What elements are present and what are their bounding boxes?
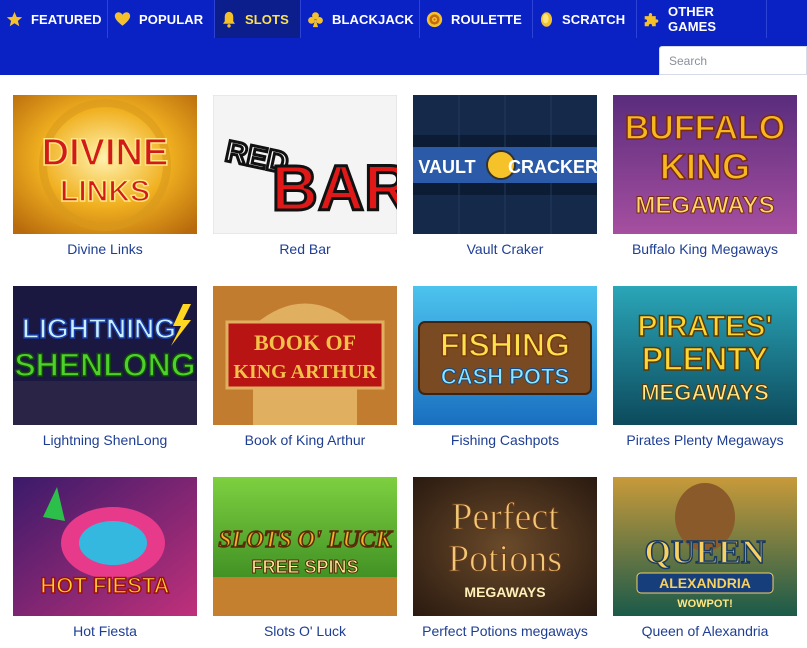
club-icon — [307, 10, 324, 28]
game-thumbnail[interactable]: HOT FIESTA — [13, 477, 197, 616]
art-line: Perfect — [451, 496, 559, 538]
game-thumbnail[interactable]: RED BAR — [213, 95, 397, 234]
game-title[interactable]: Vault Craker — [413, 241, 597, 257]
game-tile[interactable]: HOT FIESTA Hot Fiesta — [13, 477, 197, 639]
nav-label: BLACKJACK — [332, 11, 414, 27]
nav-label: SCRATCH — [562, 11, 626, 27]
art-line: DIVINE — [42, 132, 169, 174]
art-line: HOT FIESTA — [40, 573, 169, 598]
nav-label: POPULAR — [139, 11, 204, 27]
game-title[interactable]: Queen of Alexandria — [613, 623, 797, 639]
search-input[interactable] — [659, 46, 807, 75]
puzzle-icon — [643, 10, 660, 28]
game-title[interactable]: Buffalo King Megaways — [613, 241, 797, 257]
art-line: VAULT — [418, 157, 475, 177]
roulette-icon — [426, 10, 443, 28]
art-line: BUFFALO — [625, 109, 786, 147]
game-title[interactable]: Fishing Cashpots — [413, 432, 597, 448]
game-tile[interactable]: PIRATES' PLENTY MEGAWAYS Pirates Plenty … — [613, 286, 797, 448]
art-line: MEGAWAYS — [464, 584, 545, 600]
art-line: FREE SPINS — [251, 557, 358, 577]
game-title[interactable]: Divine Links — [13, 241, 197, 257]
art-line: MEGAWAYS — [635, 192, 774, 219]
star-icon — [6, 10, 23, 28]
art-line: QUEEN — [645, 534, 766, 571]
game-thumbnail[interactable]: SLOTS O' LUCK FREE SPINS — [213, 477, 397, 616]
art-line: Potions — [448, 538, 562, 580]
art-line: CRACKER — [508, 157, 597, 177]
game-tile[interactable]: FISHING CASH POTS Fishing Cashpots — [413, 286, 597, 448]
art-line: BOOK OF — [254, 330, 356, 355]
game-title[interactable]: Pirates Plenty Megaways — [613, 432, 797, 448]
art-line: KING — [660, 146, 750, 187]
art-line: PLENTY — [642, 341, 768, 377]
game-tile[interactable]: Perfect Potions MEGAWAYS Perfect Potions… — [413, 477, 597, 639]
art-line: ALEXANDRIA — [659, 575, 751, 591]
game-thumbnail[interactable]: LIGHTNING SHENLONG — [13, 286, 197, 425]
nav-label: SLOTS — [245, 11, 289, 27]
game-title[interactable]: Slots O' Luck — [213, 623, 397, 639]
game-title[interactable]: Hot Fiesta — [13, 623, 197, 639]
art-line: KING ARTHUR — [233, 361, 377, 383]
nav-slots[interactable]: SLOTS — [215, 0, 301, 38]
art-line: LINKS — [60, 175, 150, 208]
game-thumbnail[interactable]: BUFFALO KING MEGAWAYS — [613, 95, 797, 234]
game-thumbnail[interactable]: QUEEN ALEXANDRIA WOWPOT! — [613, 477, 797, 616]
art-line: MEGAWAYS — [641, 380, 769, 405]
game-thumbnail[interactable]: PIRATES' PLENTY MEGAWAYS — [613, 286, 797, 425]
nav-blackjack[interactable]: BLACKJACK — [301, 0, 420, 38]
nav-featured[interactable]: FEATURED — [0, 0, 108, 38]
nav-label: ROULETTE — [451, 11, 522, 27]
nav-label: FEATURED — [31, 11, 102, 27]
art-line: WOWPOT! — [677, 598, 733, 610]
nav-roulette[interactable]: ROULETTE — [420, 0, 533, 38]
art-line: PIRATES' — [638, 310, 773, 343]
art-line: LIGHTNING — [22, 313, 176, 344]
game-title[interactable]: Book of King Arthur — [213, 432, 397, 448]
art-line: FISHING — [440, 327, 570, 363]
game-thumbnail[interactable]: FISHING CASH POTS — [413, 286, 597, 425]
nav-label: OTHER GAMES — [668, 4, 717, 34]
game-thumbnail[interactable]: DIVINE LINKS — [13, 95, 197, 234]
game-tile[interactable]: BUFFALO KING MEGAWAYS Buffalo King Megaw… — [613, 95, 797, 257]
top-navigation-bar: FEATURED POPULAR SLOTS BLACKJACK ROULETT… — [0, 0, 807, 75]
game-tile[interactable]: BOOK OF KING ARTHUR Book of King Arthur — [213, 286, 397, 448]
game-title[interactable]: Red Bar — [213, 241, 397, 257]
coin-icon — [539, 10, 554, 28]
category-nav: FEATURED POPULAR SLOTS BLACKJACK ROULETT… — [0, 0, 767, 38]
art-line: SHENLONG — [14, 347, 195, 383]
game-title[interactable]: Lightning ShenLong — [13, 432, 197, 448]
game-thumbnail[interactable]: VAULT CRACKER — [413, 95, 597, 234]
nav-scratch[interactable]: SCRATCH — [533, 0, 637, 38]
game-tile[interactable]: QUEEN ALEXANDRIA WOWPOT! Queen of Alexan… — [613, 477, 797, 639]
game-title[interactable]: Perfect Potions megaways — [413, 623, 597, 639]
nav-other-games[interactable]: OTHER GAMES — [637, 0, 767, 38]
art-line: SLOTS O' LUCK — [218, 527, 393, 553]
game-tile[interactable]: VAULT CRACKER Vault Craker — [413, 95, 597, 257]
game-tile[interactable]: RED BAR Red Bar — [213, 95, 397, 257]
game-tile[interactable]: DIVINE LINKS Divine Links — [13, 95, 197, 257]
art-line: BAR — [272, 152, 397, 224]
art-line: CASH POTS — [441, 364, 569, 389]
bell-icon — [221, 10, 237, 28]
game-tile[interactable]: SLOTS O' LUCK FREE SPINS Slots O' Luck — [213, 477, 397, 639]
heart-icon — [114, 10, 131, 28]
game-tile[interactable]: LIGHTNING SHENLONG Lightning ShenLong — [13, 286, 197, 448]
game-thumbnail[interactable]: Perfect Potions MEGAWAYS — [413, 477, 597, 616]
nav-popular[interactable]: POPULAR — [108, 0, 215, 38]
game-thumbnail[interactable]: BOOK OF KING ARTHUR — [213, 286, 397, 425]
